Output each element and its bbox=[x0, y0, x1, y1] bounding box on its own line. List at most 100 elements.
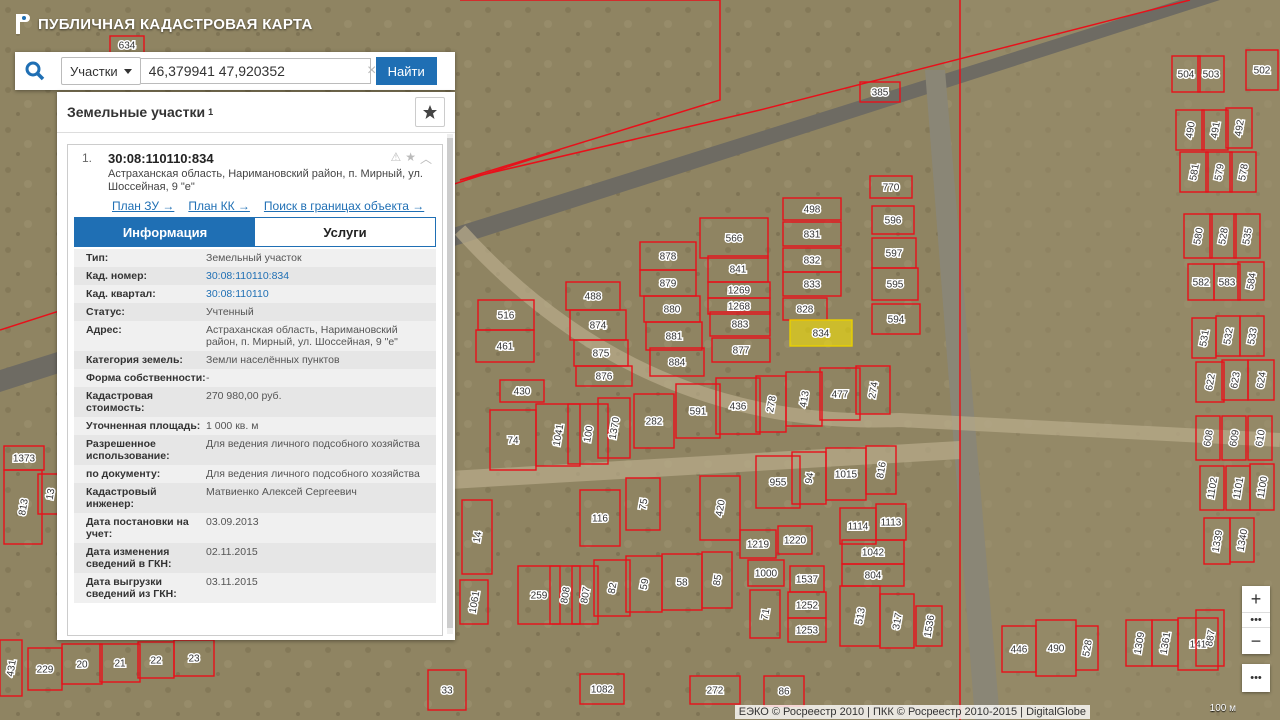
info-row: Кадастровая стоимость: 270 980,00 руб. bbox=[74, 387, 436, 417]
info-value: 03.09.2013 bbox=[206, 516, 259, 528]
parcel-label: 259 bbox=[531, 591, 548, 602]
info-row: Форма собственности: - bbox=[74, 369, 436, 387]
parcel-label: 877 bbox=[733, 346, 750, 357]
parcel-label: 596 bbox=[885, 216, 902, 227]
info-value: Астраханская область, Наримановский райо… bbox=[206, 324, 398, 348]
parcel-label: 1219 bbox=[747, 540, 770, 551]
parcel-label: 20 bbox=[76, 660, 88, 671]
info-row: Кад. номер: 30:08:110110:834 bbox=[74, 267, 436, 285]
info-value: Для ведения личного подсобного хозяйства bbox=[206, 438, 420, 450]
info-row: Категория земель: Земли населённых пункто… bbox=[74, 351, 436, 369]
app-title: ПУБЛИЧНАЯ КАДАСТРОВАЯ КАРТА bbox=[38, 15, 313, 33]
parcel-label: 74 bbox=[507, 436, 519, 447]
parcel-label: 86 bbox=[778, 687, 790, 698]
scrollbar[interactable] bbox=[447, 134, 453, 634]
info-row: Тип: Земельный участок bbox=[74, 249, 436, 267]
info-key: Дата изменения сведений в ГКН: bbox=[86, 546, 172, 570]
selected-parcel[interactable]: 834 bbox=[789, 319, 853, 347]
search-in-bounds-link[interactable]: Поиск в границах объекта → bbox=[264, 199, 424, 213]
parcel-label: 881 bbox=[666, 332, 683, 343]
plan-kk-link[interactable]: План КК → bbox=[188, 199, 250, 213]
parcel-label: 804 bbox=[865, 571, 882, 582]
plan-zu-link[interactable]: План ЗУ → bbox=[112, 199, 174, 213]
parcel-label: 841 bbox=[730, 265, 747, 276]
zoom-level-icon: ••• bbox=[1242, 612, 1270, 628]
info-value: Для ведения личного подсобного хозяйства bbox=[206, 468, 420, 480]
parcel-label: 875 bbox=[593, 349, 610, 360]
info-key: по документу: bbox=[86, 468, 161, 480]
find-button[interactable]: Найти bbox=[375, 57, 437, 85]
result-address: Астраханская область, Наримановский райо… bbox=[108, 168, 423, 193]
parcel-label: 874 bbox=[590, 321, 607, 332]
parcel-label: 1373 bbox=[13, 454, 36, 465]
app-brand[interactable]: ПУБЛИЧНАЯ КАДАСТРОВАЯ КАРТА bbox=[14, 14, 313, 34]
parcel-label: 1252 bbox=[796, 601, 819, 612]
info-value: Земельный участок bbox=[206, 252, 302, 264]
info-row: Дата выгрузки сведений из ГКН: 03.11.2015 bbox=[74, 573, 436, 603]
parcel-label: 33 bbox=[441, 686, 453, 697]
parcel-label: 595 bbox=[887, 280, 904, 291]
parcel-label: 883 bbox=[732, 320, 749, 331]
parcel-label: 23 bbox=[188, 654, 200, 665]
info-row: Кадастровый инженер: Матвиенко Алексей Се… bbox=[74, 483, 436, 513]
parcel-label: 385 bbox=[872, 88, 889, 99]
zoom-out-button[interactable]: − bbox=[1242, 628, 1270, 654]
parcel-label: 597 bbox=[886, 249, 903, 260]
info-value: 03.11.2015 bbox=[206, 576, 258, 588]
parcel-label: 1220 bbox=[784, 536, 807, 547]
search-icon[interactable] bbox=[15, 52, 55, 90]
parcel-label: 955 bbox=[770, 478, 787, 489]
results-panel: Земельные участки 1 1. 30:08:110110:834 … bbox=[57, 92, 455, 640]
star-icon[interactable]: ★ bbox=[405, 150, 416, 167]
info-key: Кад. номер: bbox=[86, 270, 148, 282]
favorite-button[interactable] bbox=[415, 97, 445, 127]
zoom-control: + ••• − bbox=[1242, 586, 1270, 654]
result-links: План ЗУ → План КК → Поиск в границах объ… bbox=[68, 194, 442, 213]
tab-info[interactable]: Информация bbox=[75, 218, 255, 246]
info-key: Дата постановки на учет: bbox=[86, 516, 189, 540]
info-value: Учтенный bbox=[206, 306, 254, 318]
more-button[interactable]: ••• bbox=[1242, 664, 1270, 692]
scrollbar-thumb[interactable] bbox=[447, 138, 453, 628]
result-index: 1. bbox=[82, 151, 93, 165]
search-input[interactable] bbox=[140, 58, 371, 84]
info-key: Форма собственности: bbox=[86, 372, 206, 384]
info-value: Матвиенко Алексей Сергеевич bbox=[206, 486, 357, 498]
parcel-label: 832 bbox=[804, 256, 821, 267]
clear-icon[interactable]: × bbox=[367, 62, 376, 80]
panel-header: Земельные участки 1 bbox=[57, 92, 455, 133]
info-value[interactable]: 30:08:110110:834 bbox=[206, 270, 426, 282]
parcel-label: 498 bbox=[804, 205, 821, 216]
parcel-label: 591 bbox=[690, 407, 707, 418]
parcel-label: 490 bbox=[1048, 644, 1065, 655]
parcel-label: 1000 bbox=[755, 569, 778, 580]
parcel-label: 828 bbox=[797, 305, 814, 316]
parcel-label: 831 bbox=[804, 230, 821, 241]
search-type-select[interactable]: Участки bbox=[61, 57, 141, 85]
tab-services[interactable]: Услуги bbox=[255, 218, 435, 246]
chevron-up-icon[interactable]: ︿ bbox=[420, 150, 432, 167]
parcel-label: 477 bbox=[832, 390, 849, 401]
parcel-label: 1253 bbox=[796, 626, 819, 637]
parcel-label: 834 bbox=[813, 329, 830, 340]
info-key: Адрес: bbox=[86, 324, 122, 336]
parcel-label: 436 bbox=[730, 402, 747, 413]
info-value[interactable]: 30:08:110110 bbox=[206, 288, 426, 300]
panel-title: Земельные участки bbox=[67, 104, 206, 120]
parcel-label: 503 bbox=[1203, 70, 1220, 81]
parcel-label: 516 bbox=[498, 311, 515, 322]
info-key: Уточненная площадь: bbox=[86, 420, 201, 432]
info-value: 1 000 кв. м bbox=[206, 420, 259, 432]
parcel-label: 1082 bbox=[591, 685, 614, 696]
parcel-label: 502 bbox=[1254, 66, 1271, 77]
warning-icon[interactable]: ⚠ bbox=[390, 150, 401, 167]
info-key: Категория земель: bbox=[86, 354, 183, 366]
parcel-label: 566 bbox=[726, 234, 743, 245]
zoom-in-button[interactable]: + bbox=[1242, 586, 1270, 612]
result-count: 1 bbox=[208, 107, 214, 117]
result-cad-number[interactable]: 30:08:110110:834 bbox=[108, 151, 434, 166]
info-value: 02.11.2015 bbox=[206, 546, 258, 558]
parcel-label: 488 bbox=[585, 292, 602, 303]
info-key: Кадастровая стоимость: bbox=[86, 390, 153, 414]
parcel-label: 1268 bbox=[728, 302, 751, 313]
